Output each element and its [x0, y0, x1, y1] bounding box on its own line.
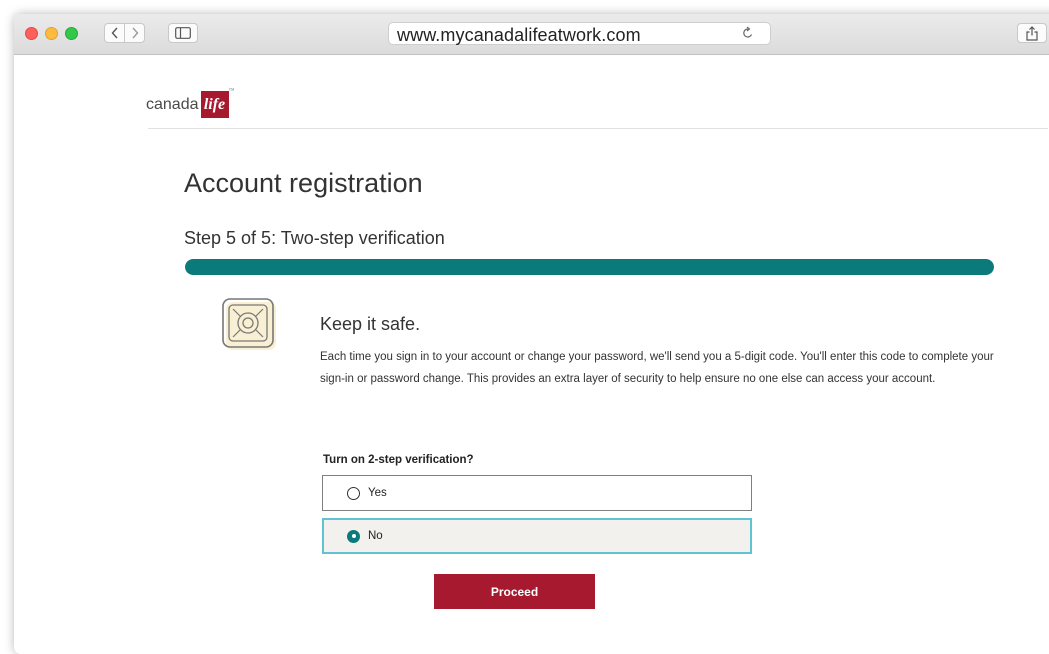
- sidebar-icon: [175, 27, 191, 39]
- chevron-left-icon: [111, 27, 118, 39]
- canada-life-logo[interactable]: canada life ™: [146, 88, 235, 118]
- option-yes[interactable]: Yes: [322, 475, 752, 511]
- option-no[interactable]: No: [322, 518, 752, 554]
- progress-fill: [185, 259, 994, 275]
- share-button[interactable]: [1017, 23, 1047, 43]
- verification-question: Turn on 2-step verification?: [323, 454, 474, 466]
- reload-icon[interactable]: [742, 26, 754, 40]
- header-divider: [148, 128, 1048, 129]
- zoom-window-button[interactable]: [65, 27, 78, 40]
- minimize-window-button[interactable]: [45, 27, 58, 40]
- address-bar[interactable]: www.mycanadalifeatwork.com: [388, 22, 771, 45]
- forward-button[interactable]: [124, 23, 145, 43]
- close-window-button[interactable]: [25, 27, 38, 40]
- url-text: www.mycanadalifeatwork.com: [397, 25, 641, 45]
- safe-icon: [222, 298, 276, 350]
- browser-toolbar: www.mycanadalifeatwork.com: [14, 14, 1049, 55]
- logo-trademark: ™: [228, 88, 235, 94]
- progress-bar: [185, 259, 994, 275]
- logo-wordmark: canada: [146, 95, 199, 113]
- option-no-label: No: [368, 530, 383, 542]
- sidebar-toggle-button[interactable]: [168, 23, 198, 43]
- page-title: Account registration: [184, 168, 423, 198]
- logo-mark-text: life: [203, 95, 226, 113]
- proceed-button[interactable]: Proceed: [434, 574, 595, 609]
- back-button[interactable]: [104, 23, 125, 43]
- yes-radio[interactable]: [347, 486, 360, 500]
- step-indicator: Step 5 of 5: Two-step verification: [184, 228, 445, 248]
- browser-window: www.mycanadalifeatwork.com canada life ™…: [14, 14, 1049, 654]
- no-radio[interactable]: [347, 529, 360, 543]
- share-icon: [1026, 25, 1038, 41]
- logo-mark: life ™: [200, 88, 235, 118]
- info-heading: Keep it safe.: [320, 314, 421, 334]
- option-yes-label: Yes: [368, 487, 387, 499]
- info-description: Each time you sign in to your account or…: [320, 351, 994, 385]
- chevron-right-icon: [131, 27, 138, 39]
